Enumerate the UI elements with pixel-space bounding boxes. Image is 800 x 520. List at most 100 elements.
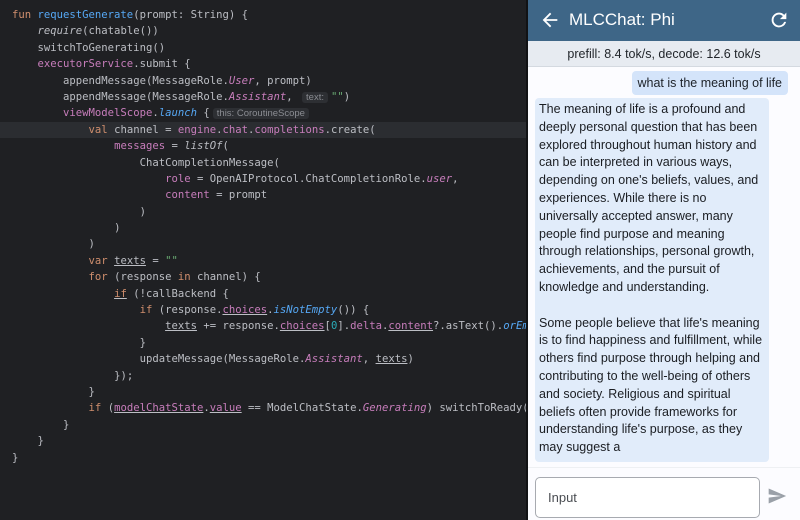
code-token: .create( <box>324 123 376 136</box>
code-token: texts <box>165 320 197 333</box>
code-token: executorService <box>37 58 134 71</box>
code-token: choices <box>279 320 325 333</box>
inlay-hint: text: <box>302 91 328 103</box>
code-token: chat <box>222 123 249 136</box>
arrow-back-icon[interactable] <box>538 9 562 31</box>
send-icon[interactable] <box>766 486 788 506</box>
code-line[interactable]: }); <box>12 368 526 384</box>
code-line[interactable]: } <box>12 384 526 400</box>
code-token: } <box>12 451 19 464</box>
code-token: switchToGenerating() <box>37 41 166 54</box>
code-line[interactable]: val channel = engine.chat.completions.cr… <box>0 121 526 139</box>
code-token: Assistant <box>305 353 363 366</box>
code-line[interactable]: viewModelScope.launch {this: CoroutineSc… <box>12 105 526 121</box>
code-line[interactable]: var texts = "" <box>12 253 526 269</box>
code-token: (prompt: String) { <box>133 9 248 21</box>
speed-stats: prefill: 8.4 tok/s, decode: 12.6 tok/s <box>528 41 800 67</box>
mlcchat-app: MLCChat: Phi prefill: 8.4 tok/s, decode:… <box>528 0 800 520</box>
code-block[interactable]: fun requestGenerate(prompt: String) { re… <box>0 7 526 466</box>
code-line[interactable]: ChatCompletionMessage( <box>12 155 526 171</box>
message-input[interactable] <box>535 477 760 518</box>
code-line[interactable]: appendMessage(MessageRole.Assistant, tex… <box>12 89 526 105</box>
code-line[interactable]: updateMessage(MessageRole.Assistant, tex… <box>12 351 526 367</box>
code-token: Assistant <box>228 90 287 103</box>
code-token: }); <box>114 369 134 382</box>
code-token: = prompt <box>209 189 268 202</box>
code-token: engine <box>177 123 217 136</box>
code-token: ) <box>114 222 121 235</box>
code-token: = <box>145 254 166 267</box>
code-line[interactable]: executorService.submit { <box>12 56 526 72</box>
code-token: Generating <box>362 402 427 415</box>
code-token: ?.asText(). <box>433 320 504 333</box>
code-token: "" <box>165 254 178 267</box>
code-token: } <box>139 336 146 349</box>
code-line[interactable]: require(chatable()) <box>12 23 526 39</box>
code-line[interactable]: appendMessage(MessageRole.User, prompt) <box>12 73 526 89</box>
code-line[interactable]: } <box>12 450 526 466</box>
code-token: user <box>426 172 453 185</box>
code-line[interactable]: fun requestGenerate(prompt: String) { <box>12 7 526 23</box>
code-line[interactable]: content = prompt <box>12 187 526 203</box>
code-line[interactable]: } <box>12 335 526 351</box>
code-token: ) switchToReady() <box>426 402 526 415</box>
app-title: MLCChat: Phi <box>569 10 675 29</box>
code-token: = <box>165 140 185 153</box>
code-token: , <box>452 172 459 185</box>
code-line[interactable]: } <box>12 417 526 433</box>
code-token: ()) { <box>337 304 370 317</box>
chat-history[interactable]: what is the meaning of life The meaning … <box>528 67 800 467</box>
code-token: , <box>286 90 300 103</box>
code-token: orEmpty <box>503 320 526 333</box>
code-token: (response <box>114 271 178 284</box>
code-editor[interactable]: fun requestGenerate(prompt: String) { re… <box>0 0 526 520</box>
code-line[interactable]: if (!callBackend { <box>12 286 526 302</box>
code-token: ]. <box>337 320 351 333</box>
code-token: val <box>88 123 115 136</box>
code-token: , prompt) <box>254 74 312 87</box>
code-token: } <box>37 435 44 448</box>
code-line[interactable]: } <box>12 433 526 449</box>
code-line[interactable]: switchToGenerating() <box>12 40 526 56</box>
code-token: ) <box>343 90 351 103</box>
code-token: value <box>209 402 242 415</box>
code-token: += response. <box>196 320 280 333</box>
code-token: var <box>88 254 115 267</box>
code-line[interactable]: if (response.choices.isNotEmpty()) { <box>12 302 526 318</box>
code-token: if <box>139 304 159 317</box>
code-token: modelChatState <box>114 402 204 415</box>
code-line[interactable]: ) <box>12 236 526 252</box>
code-token: .submit { <box>133 58 191 71</box>
code-token: launch <box>158 107 197 120</box>
refresh-icon[interactable] <box>768 9 790 31</box>
app-bar: MLCChat: Phi <box>528 0 800 41</box>
code-line[interactable]: ) <box>12 204 526 220</box>
code-token: content <box>165 189 210 202</box>
code-line[interactable]: for (response in channel) { <box>12 269 526 285</box>
code-line[interactable]: texts += response.choices[0].delta.conte… <box>12 318 526 334</box>
code-token: appendMessage(MessageRole. <box>63 74 229 87</box>
code-token: listOf <box>184 140 223 153</box>
code-token: ) <box>407 353 414 366</box>
code-line[interactable]: ) <box>12 220 526 236</box>
assistant-message: The meaning of life is a profound and de… <box>535 98 769 462</box>
code-line[interactable]: role = OpenAIProtocol.ChatCompletionRole… <box>12 171 526 187</box>
code-line[interactable]: messages = listOf( <box>12 138 526 154</box>
code-line[interactable]: if (modelChatState.value == ModelChatSta… <box>12 400 526 416</box>
code-token: ( <box>222 140 229 153</box>
